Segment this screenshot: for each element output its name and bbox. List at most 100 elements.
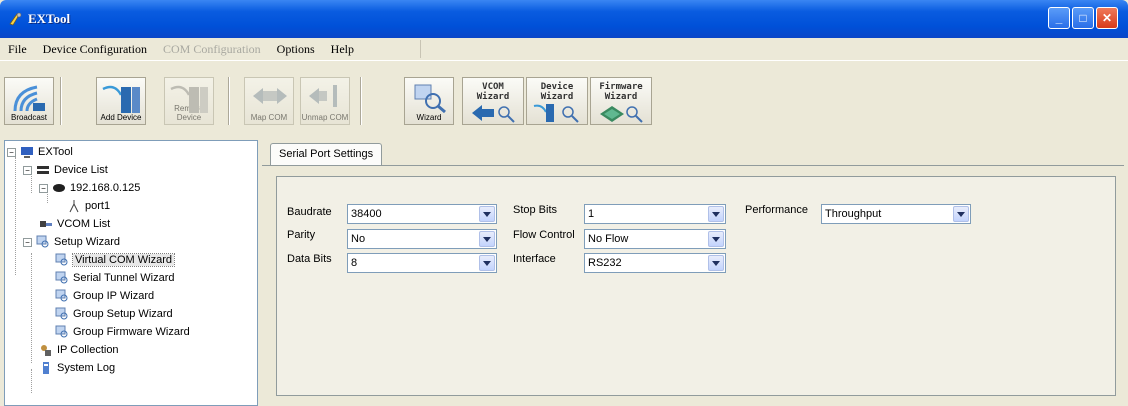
chevron-down-icon[interactable]: [479, 206, 495, 222]
tree-label: Serial Tunnel Wizard: [73, 272, 175, 284]
tree-label: 192.168.0.125: [70, 182, 141, 194]
performance-label: Performance: [745, 204, 808, 216]
tree-label: Group IP Wizard: [73, 290, 155, 302]
map-com-icon: [253, 88, 287, 104]
port-icon: [69, 200, 79, 213]
toolbar-separator: [228, 77, 230, 125]
map-com-label: Map COM: [250, 113, 288, 122]
wizard-icon: [414, 84, 446, 113]
wizard-item-icon: [55, 307, 68, 320]
tree-item-serial-tunnel-wizard[interactable]: Serial Tunnel Wizard: [55, 269, 175, 287]
collapse-icon[interactable]: −: [23, 165, 32, 175]
serial-port-settings-group: Baudrate 38400 Parity No Data Bits 8 Sto…: [276, 176, 1116, 396]
wizard-item-icon: [55, 253, 68, 266]
tree-connector: [15, 157, 16, 275]
add-device-button[interactable]: Add Device: [96, 77, 146, 125]
toolbar-separator: [360, 77, 362, 125]
baudrate-label: Baudrate: [287, 206, 332, 218]
menu-options[interactable]: Options: [275, 41, 317, 58]
interface-value: RS232: [588, 257, 622, 269]
chevron-down-icon[interactable]: [708, 206, 724, 222]
firmware-wizard-button[interactable]: Firmware Wizard: [590, 77, 652, 125]
data-bits-select[interactable]: 8: [347, 253, 497, 273]
collapse-icon[interactable]: −: [39, 183, 48, 193]
toolbar: Broadcast Add Device Remove Device Map C…: [0, 60, 1128, 140]
baudrate-value: 38400: [351, 208, 382, 220]
tree-item-group-firmware-wizard[interactable]: Group Firmware Wizard: [55, 323, 190, 341]
tab-strip-line: [262, 165, 1124, 166]
title-bar: EXTool _ □ ✕: [0, 0, 1128, 38]
tree-item-group-setup-wizard[interactable]: Group Setup Wizard: [55, 305, 173, 323]
tree-item-group-ip-wizard[interactable]: Group IP Wizard: [55, 287, 154, 305]
vcom-wizard-icon: [472, 105, 515, 123]
maximize-button[interactable]: □: [1072, 7, 1094, 29]
toolbar-separator: [60, 77, 62, 125]
tree-item-virtual-com-wizard[interactable]: Virtual COM Wizard: [55, 251, 175, 269]
device-icon: [53, 184, 65, 192]
flow-control-select[interactable]: No Flow: [584, 229, 726, 249]
device-list-icon: [37, 166, 49, 174]
tree-label: Setup Wizard: [54, 236, 121, 248]
device-wizard-label: Device Wizard: [540, 82, 574, 102]
tree-item-system-log[interactable]: System Log: [39, 359, 115, 377]
collapse-icon[interactable]: −: [23, 237, 32, 247]
system-log-icon: [43, 362, 49, 374]
baudrate-select[interactable]: 38400: [347, 204, 497, 224]
device-wizard-button[interactable]: Device Wizard: [526, 77, 588, 125]
flow-control-label: Flow Control: [513, 229, 575, 241]
maximize-icon: □: [1079, 11, 1087, 25]
unmap-com-icon: [309, 85, 337, 107]
flow-control-value: No Flow: [588, 233, 629, 245]
tab-serial-port-settings[interactable]: Serial Port Settings: [270, 143, 383, 165]
menu-help[interactable]: Help: [329, 41, 356, 58]
remove-device-button[interactable]: Remove Device: [164, 77, 214, 125]
stop-bits-select[interactable]: 1: [584, 204, 726, 224]
close-button[interactable]: ✕: [1096, 7, 1118, 29]
add-device-icon: [102, 85, 140, 113]
chevron-down-icon[interactable]: [708, 255, 724, 271]
window-title: EXTool: [28, 11, 71, 26]
tree-connector: [31, 253, 32, 363]
menu-device-configuration[interactable]: Device Configuration: [41, 41, 149, 58]
tree-item-vcom-list[interactable]: VCOM List: [39, 215, 110, 233]
interface-select[interactable]: RS232: [584, 253, 726, 273]
tree-label: Virtual COM Wizard: [72, 253, 175, 267]
menu-file[interactable]: File: [6, 41, 29, 58]
wizard-item-icon: [55, 271, 68, 284]
minimize-icon: _: [1055, 11, 1063, 25]
tree-item-ip-collection[interactable]: IP Collection: [39, 341, 119, 359]
stop-bits-value: 1: [588, 208, 595, 220]
broadcast-button[interactable]: Broadcast: [4, 77, 54, 125]
ip-collection-icon: [41, 345, 51, 356]
wizard-button[interactable]: Wizard: [404, 77, 454, 125]
vcom-list-icon: [40, 221, 52, 227]
minimize-button[interactable]: _: [1048, 7, 1070, 29]
tree-label: EXTool: [38, 146, 73, 158]
computer-icon: [21, 147, 33, 158]
chevron-down-icon[interactable]: [479, 231, 495, 247]
data-bits-label: Data Bits: [287, 253, 332, 265]
menu-com-configuration[interactable]: COM Configuration: [161, 41, 263, 58]
chevron-down-icon[interactable]: [479, 255, 495, 271]
setup-wizard-icon: [36, 235, 49, 248]
data-bits-value: 8: [351, 257, 358, 269]
wizard-item-icon: [55, 289, 68, 302]
tree-label: port1: [85, 200, 111, 212]
tree-item-extool[interactable]: − EXTool: [7, 143, 73, 161]
tree-item-device-list[interactable]: − Device List: [23, 161, 108, 179]
tree-label: Device List: [54, 164, 108, 176]
chevron-down-icon[interactable]: [708, 231, 724, 247]
vcom-wizard-button[interactable]: VCOM Wizard: [462, 77, 524, 125]
parity-select[interactable]: No: [347, 229, 497, 249]
collapse-icon[interactable]: −: [7, 147, 16, 157]
tree-item-device-ip[interactable]: − 192.168.0.125: [39, 179, 140, 197]
chevron-down-icon[interactable]: [953, 206, 969, 222]
map-com-button[interactable]: Map COM: [244, 77, 294, 125]
vcom-wizard-label: VCOM Wizard: [476, 82, 510, 102]
tree-item-setup-wizard[interactable]: − Setup Wizard: [23, 233, 120, 251]
performance-select[interactable]: Throughput: [821, 204, 971, 224]
broadcast-icon: [13, 85, 45, 112]
broadcast-label: Broadcast: [10, 113, 48, 122]
unmap-com-button[interactable]: Unmap COM: [300, 77, 350, 125]
tree-item-port[interactable]: port1: [67, 197, 110, 215]
